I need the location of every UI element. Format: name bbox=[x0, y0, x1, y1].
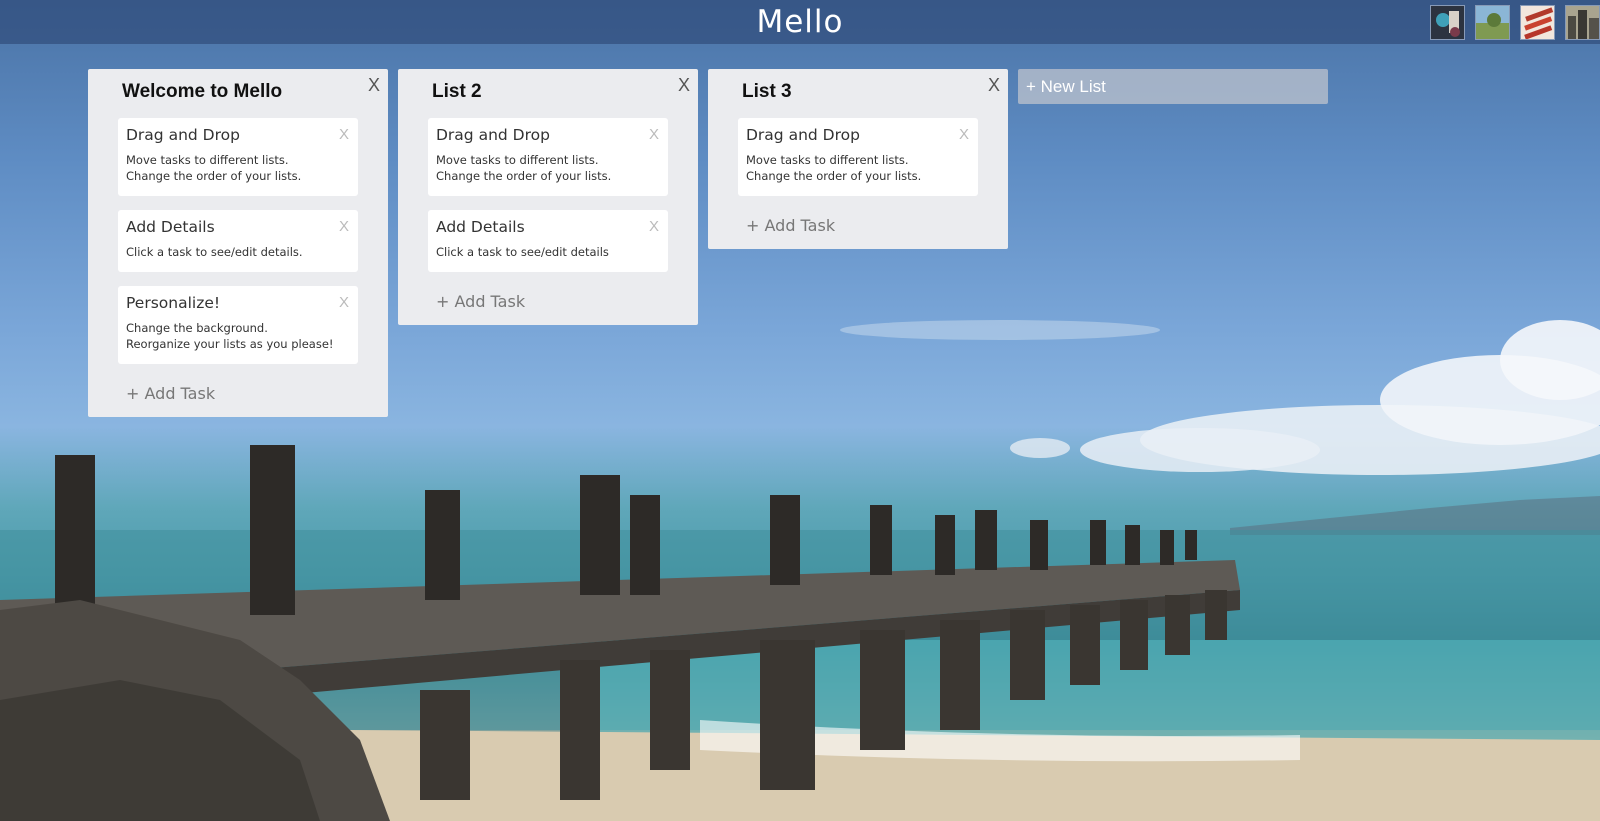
task-description: Move tasks to different lists. Change th… bbox=[126, 153, 302, 183]
task-title: Personalize! bbox=[126, 294, 221, 312]
delete-list-button[interactable]: X bbox=[988, 75, 1000, 96]
add-task-button[interactable]: + Add Task bbox=[118, 378, 358, 403]
new-list-button[interactable]: + New List bbox=[1018, 69, 1328, 104]
delete-task-button[interactable]: X bbox=[959, 126, 969, 143]
task-description: Click a task to see/edit details bbox=[436, 245, 609, 259]
task-title: Add Details bbox=[436, 218, 525, 236]
task-description: Move tasks to different lists. Change th… bbox=[746, 153, 922, 183]
task-title: Drag and Drop bbox=[126, 126, 240, 144]
list-3[interactable]: List 3 X Drag and Drop X Move tasks to d… bbox=[708, 69, 1008, 249]
list-title: List 2 bbox=[432, 81, 482, 102]
background-thumbnail-2[interactable] bbox=[1475, 5, 1510, 40]
delete-task-button[interactable]: X bbox=[339, 218, 349, 235]
task-title: Drag and Drop bbox=[436, 126, 550, 144]
list-2[interactable]: List 2 X Drag and Drop X Move tasks to d… bbox=[398, 69, 698, 325]
graffiti-thumb-image bbox=[1431, 6, 1464, 39]
delete-task-button[interactable]: X bbox=[339, 294, 349, 311]
task-card[interactable]: Personalize! X Change the background. Re… bbox=[118, 286, 358, 364]
landscape-thumb-image bbox=[1476, 6, 1509, 39]
delete-list-button[interactable]: X bbox=[678, 75, 690, 96]
background-thumbnail-1[interactable] bbox=[1430, 5, 1465, 40]
delete-task-button[interactable]: X bbox=[649, 126, 659, 143]
list-title: Welcome to Mello bbox=[122, 81, 283, 102]
task-card[interactable]: Drag and Drop X Move tasks to different … bbox=[118, 118, 358, 196]
background-thumbnail-3[interactable] bbox=[1520, 5, 1555, 40]
add-task-button[interactable]: + Add Task bbox=[428, 286, 668, 311]
delete-list-button[interactable]: X bbox=[368, 75, 380, 96]
task-title: Drag and Drop bbox=[746, 126, 860, 144]
delete-task-button[interactable]: X bbox=[649, 218, 659, 235]
task-card[interactable]: Add Details X Click a task to see/edit d… bbox=[428, 210, 668, 272]
add-task-button[interactable]: + Add Task bbox=[738, 210, 978, 235]
background-thumbnail-4[interactable] bbox=[1565, 5, 1600, 40]
task-card[interactable]: Drag and Drop X Move tasks to different … bbox=[738, 118, 978, 196]
app-title: Mello bbox=[756, 4, 844, 40]
task-description: Move tasks to different lists. Change th… bbox=[436, 153, 612, 183]
city-thumb-image bbox=[1566, 6, 1599, 39]
task-title: Add Details bbox=[126, 218, 215, 236]
list-title: List 3 bbox=[742, 81, 792, 102]
board: Welcome to Mello X Drag and Drop X Move … bbox=[88, 69, 1328, 417]
delete-task-button[interactable]: X bbox=[339, 126, 349, 143]
task-card[interactable]: Add Details X Click a task to see/edit d… bbox=[118, 210, 358, 272]
list-welcome-to-mello[interactable]: Welcome to Mello X Drag and Drop X Move … bbox=[88, 69, 388, 417]
task-card[interactable]: Drag and Drop X Move tasks to different … bbox=[428, 118, 668, 196]
task-description: Change the background. Reorganize your l… bbox=[126, 321, 334, 351]
background-picker bbox=[1430, 5, 1600, 40]
background-photo: Mello Welcome to Mello X Drag and Drop X… bbox=[0, 0, 1600, 821]
food-thumb-image bbox=[1521, 6, 1554, 39]
task-description: Click a task to see/edit details. bbox=[126, 245, 303, 259]
